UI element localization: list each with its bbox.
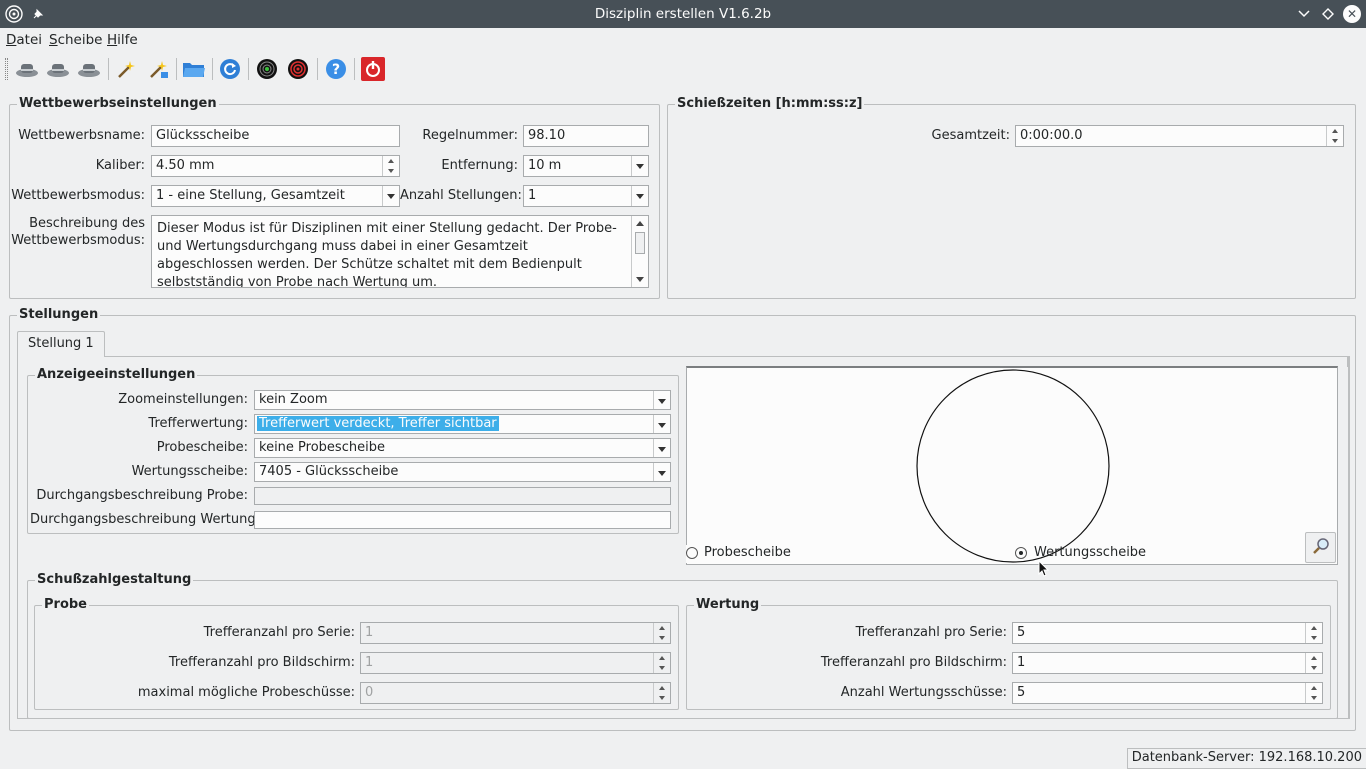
- position-count-select[interactable]: 1: [523, 185, 649, 207]
- display-settings-title: Anzeigeeinstellungen: [35, 367, 198, 382]
- chevron-down-icon[interactable]: [631, 186, 648, 206]
- chevron-down-icon[interactable]: [653, 391, 670, 409]
- chevron-down-icon[interactable]: [653, 415, 670, 433]
- shot-count-title: Schußzahlgestaltung: [35, 572, 194, 587]
- practice-max-spinbox: 0: [360, 682, 671, 704]
- scoring-per-screen-label: Trefferanzahl pro Bildschirm:: [820, 655, 1007, 670]
- toolbar-grip[interactable]: [5, 58, 8, 80]
- target-preview-circle: [916, 369, 1110, 563]
- refresh-icon[interactable]: [216, 56, 244, 82]
- practice-max-spin-arrows: [653, 683, 670, 703]
- competition-settings-title: Wettbewerbseinstellungen: [17, 96, 219, 111]
- scoring-description-input[interactable]: [254, 511, 671, 529]
- rule-number-label: Regelnummer:: [422, 128, 518, 143]
- zoom-select[interactable]: kein Zoom: [254, 390, 671, 410]
- power-icon[interactable]: [359, 56, 387, 82]
- tab-stellung-1[interactable]: Stellung 1: [17, 331, 105, 357]
- open-folder-icon[interactable]: [180, 56, 208, 82]
- window-title: Disziplin erstellen V1.6.2b: [594, 6, 772, 22]
- scoring-target-label: Wertungsscheibe:: [131, 464, 248, 479]
- hat-2-icon[interactable]: [44, 56, 72, 82]
- radio-scoring[interactable]: [1015, 547, 1027, 559]
- zoom-preview-button[interactable]: [1305, 532, 1336, 563]
- mouse-cursor-icon: [1038, 559, 1050, 582]
- menu-bar: Datei Scheibe Hilfe: [0, 28, 1366, 52]
- caliber-spinbox[interactable]: 4.50 mm: [151, 155, 400, 177]
- rule-number-input[interactable]: 98.10: [523, 125, 649, 147]
- practice-per-screen-label: Trefferanzahl pro Bildschirm:: [168, 655, 355, 670]
- practice-per-screen-spin-arrows: [653, 653, 670, 673]
- practice-description-label: Durchgangsbeschreibung Probe:: [36, 488, 248, 503]
- zoom-label: Zoomeinstellungen:: [118, 392, 248, 407]
- magic-wand-star-icon[interactable]: [144, 56, 172, 82]
- help-icon[interactable]: ?: [322, 56, 350, 82]
- target-preview: [686, 366, 1338, 565]
- scoring-count-spinbox[interactable]: 5: [1012, 682, 1323, 704]
- hit-scoring-label: Trefferwertung:: [148, 416, 248, 431]
- practice-group-title: Probe: [42, 597, 89, 612]
- total-time-spin-arrows[interactable]: [1326, 126, 1343, 146]
- scoring-count-spin-arrows[interactable]: [1305, 683, 1322, 703]
- scoring-group-title: Wertung: [694, 597, 762, 612]
- shooting-times-title: Schießzeiten [h:mm:ss:z]: [675, 96, 865, 111]
- title-bar: Disziplin erstellen V1.6.2b ✕: [0, 0, 1366, 28]
- chevron-down-icon[interactable]: [382, 186, 399, 206]
- description-scrollbar[interactable]: [631, 216, 648, 287]
- mode-description-textarea[interactable]: Dieser Modus ist für Disziplinen mit ein…: [151, 215, 649, 288]
- hat-3-icon[interactable]: [75, 56, 103, 82]
- positions-title: Stellungen: [17, 307, 101, 322]
- svg-text:?: ?: [332, 62, 340, 78]
- mode-description-label-2: Wettbewerbsmodus:: [11, 233, 145, 248]
- total-time-spinbox[interactable]: 0:00:00.0: [1015, 125, 1344, 147]
- scoring-per-screen-spinbox[interactable]: 1: [1012, 652, 1323, 674]
- practice-description-input: [254, 487, 671, 505]
- distance-select[interactable]: 10 m: [523, 155, 649, 177]
- practice-target-select[interactable]: keine Probescheibe: [254, 438, 671, 458]
- target-green-icon[interactable]: [253, 56, 281, 82]
- practice-per-series-label: Trefferanzahl pro Serie:: [203, 625, 355, 640]
- caliber-label: Kaliber:: [95, 158, 145, 173]
- competition-name-label: Wettbewerbsname:: [18, 128, 145, 143]
- close-icon[interactable]: ✕: [1343, 5, 1361, 23]
- distance-label: Entfernung:: [441, 158, 518, 173]
- menu-datei[interactable]: Datei: [6, 32, 42, 48]
- mode-description-label-1: Beschreibung des: [29, 216, 145, 231]
- total-time-label: Gesamtzeit:: [931, 128, 1010, 143]
- caliber-spin-arrows[interactable]: [382, 156, 399, 176]
- scoring-per-series-spin-arrows[interactable]: [1305, 623, 1322, 643]
- practice-target-label: Probescheibe:: [156, 440, 248, 455]
- menu-hilfe[interactable]: Hilfe: [107, 32, 138, 48]
- menu-scheibe[interactable]: Scheibe: [49, 32, 103, 48]
- maximize-icon[interactable]: [1318, 4, 1338, 24]
- scoring-per-screen-spin-arrows[interactable]: [1305, 653, 1322, 673]
- hat-1-icon[interactable]: [13, 56, 41, 82]
- scoring-target-select[interactable]: 7405 - Glücksscheibe: [254, 462, 671, 482]
- competition-mode-label: Wettbewerbsmodus:: [11, 188, 145, 203]
- minimize-icon[interactable]: [1294, 4, 1314, 24]
- scoring-count-label: Anzahl Wertungsschüsse:: [840, 685, 1007, 700]
- practice-per-series-spin-arrows: [653, 623, 670, 643]
- position-count-label: Anzahl Stellungen:: [400, 188, 522, 203]
- hit-scoring-select[interactable]: Trefferwert verdeckt, Treffer sichtbar: [254, 414, 671, 434]
- competition-name-input[interactable]: Glücksscheibe: [151, 125, 400, 147]
- scoring-per-series-label: Trefferanzahl pro Serie:: [855, 625, 1007, 640]
- practice-max-label: maximal mögliche Probeschüsse:: [137, 685, 355, 700]
- practice-per-screen-spinbox: 1: [360, 652, 671, 674]
- scoring-per-series-spinbox[interactable]: 5: [1012, 622, 1323, 644]
- target-red-icon[interactable]: [284, 56, 312, 82]
- radio-practice[interactable]: [686, 547, 698, 559]
- radio-practice-label[interactable]: Probescheibe: [704, 545, 791, 560]
- magnifier-icon: [1312, 537, 1330, 559]
- chevron-down-icon[interactable]: [653, 463, 670, 481]
- radio-scoring-label[interactable]: Wertungsscheibe: [1034, 545, 1146, 560]
- competition-mode-select[interactable]: 1 - eine Stellung, Gesamtzeit: [151, 185, 400, 207]
- toolbar: ?: [0, 52, 1366, 86]
- chevron-down-icon[interactable]: [631, 156, 648, 176]
- database-server-status: Datenbank-Server: 192.168.10.200: [1126, 748, 1366, 769]
- practice-per-series-spinbox: 1: [360, 622, 671, 644]
- radio-practice-row: Probescheibe: [686, 545, 936, 563]
- chevron-down-icon[interactable]: [653, 439, 670, 457]
- magic-wand-icon[interactable]: [112, 56, 140, 82]
- scoring-description-label: Durchgangsbeschreibung Wertung:: [30, 512, 261, 527]
